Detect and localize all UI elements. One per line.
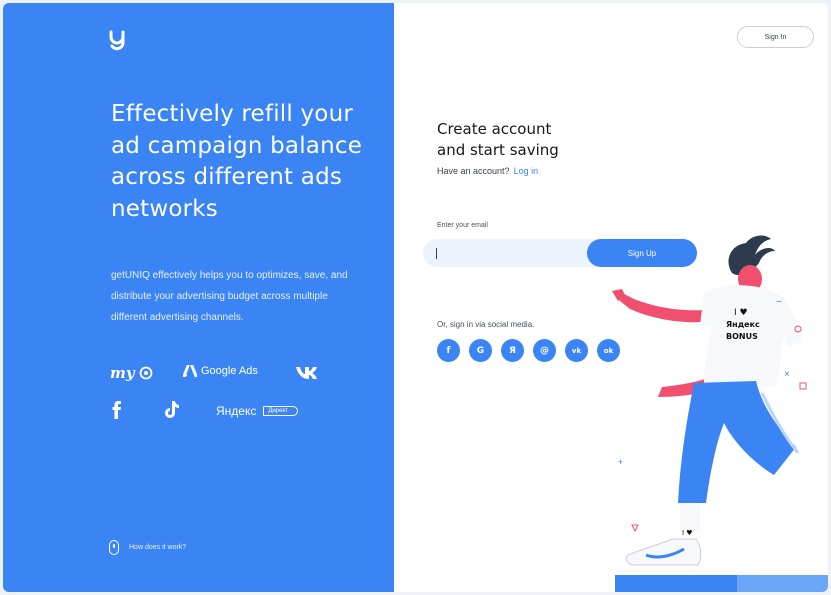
confetti-icon xyxy=(799,382,807,390)
facebook-icon xyxy=(112,401,121,419)
confetti-icon: ~ xyxy=(776,297,782,308)
mytarget-logo: my xyxy=(110,364,153,382)
mail-ru-login-button[interactable]: @ xyxy=(533,339,556,362)
facebook-login-button[interactable]: f xyxy=(437,339,460,362)
hero-description: getUNIQ effectively helps you to optimiz… xyxy=(111,270,348,323)
social-label: Or, sign in via social media. xyxy=(437,320,535,329)
sock-text: I ♥ xyxy=(682,529,693,537)
google-ads-icon xyxy=(183,365,197,377)
facebook-icon: f xyxy=(446,345,451,356)
login-link[interactable]: Log in xyxy=(514,166,539,176)
google-ads-logo: Google Ads xyxy=(183,365,258,377)
confetti-icon: × xyxy=(784,369,790,380)
vk-logo xyxy=(295,366,319,380)
yandex-login-button[interactable]: Я xyxy=(501,339,524,362)
shirt-text-line3: BONUS xyxy=(726,332,758,341)
vk-icon: vk xyxy=(571,346,582,355)
form-title: Create account and start saving xyxy=(437,120,559,159)
person-illustration: I ♥ Яндекс BONUS I ♥ ~ + × xyxy=(612,235,807,566)
have-account-row: Have an account? Log in xyxy=(437,166,539,176)
mouse-icon xyxy=(109,540,119,555)
social-buttons: f G Я @ vk ok xyxy=(437,339,620,362)
confetti-icon xyxy=(631,524,639,533)
pants-shape xyxy=(678,381,796,503)
shirt-text-line1: I ♥ xyxy=(734,308,748,318)
shoe-shape xyxy=(625,538,702,566)
getuniq-logo[interactable] xyxy=(109,29,125,51)
yandex-direct-logo: Яндекс Директ xyxy=(216,404,298,418)
vk-login-button[interactable]: vk xyxy=(565,339,588,362)
yandex-icon: Я xyxy=(509,345,516,356)
floor-block xyxy=(615,575,737,592)
vk-icon xyxy=(296,367,317,379)
sign-in-button[interactable]: Sign In xyxy=(737,26,814,48)
confetti-icon: + xyxy=(618,457,623,467)
email-label: Enter your email xyxy=(437,222,488,229)
facebook-logo xyxy=(110,401,122,419)
hero-panel: Effectively refill your ad campaign bala… xyxy=(3,3,394,592)
target-icon xyxy=(139,366,152,380)
google-icon: G xyxy=(476,345,485,356)
mail-ru-icon: @ xyxy=(540,345,549,356)
google-login-button[interactable]: G xyxy=(469,339,492,362)
email-input[interactable] xyxy=(435,243,585,263)
tiktok-logo xyxy=(164,401,180,419)
floor-block-light xyxy=(737,575,828,592)
tiktok-icon xyxy=(165,401,179,418)
signup-panel: Sign In Create account and start saving … xyxy=(394,3,828,592)
hero-headline: Effectively refill your ad campaign bala… xyxy=(111,101,363,222)
app-frame: Effectively refill your ad campaign bala… xyxy=(3,3,828,592)
how-it-works-link[interactable]: How does it work? xyxy=(109,540,186,555)
text-caret xyxy=(436,248,437,259)
shirt-text-line2: Яндекс xyxy=(726,320,760,329)
left-arm-shape xyxy=(620,293,714,323)
